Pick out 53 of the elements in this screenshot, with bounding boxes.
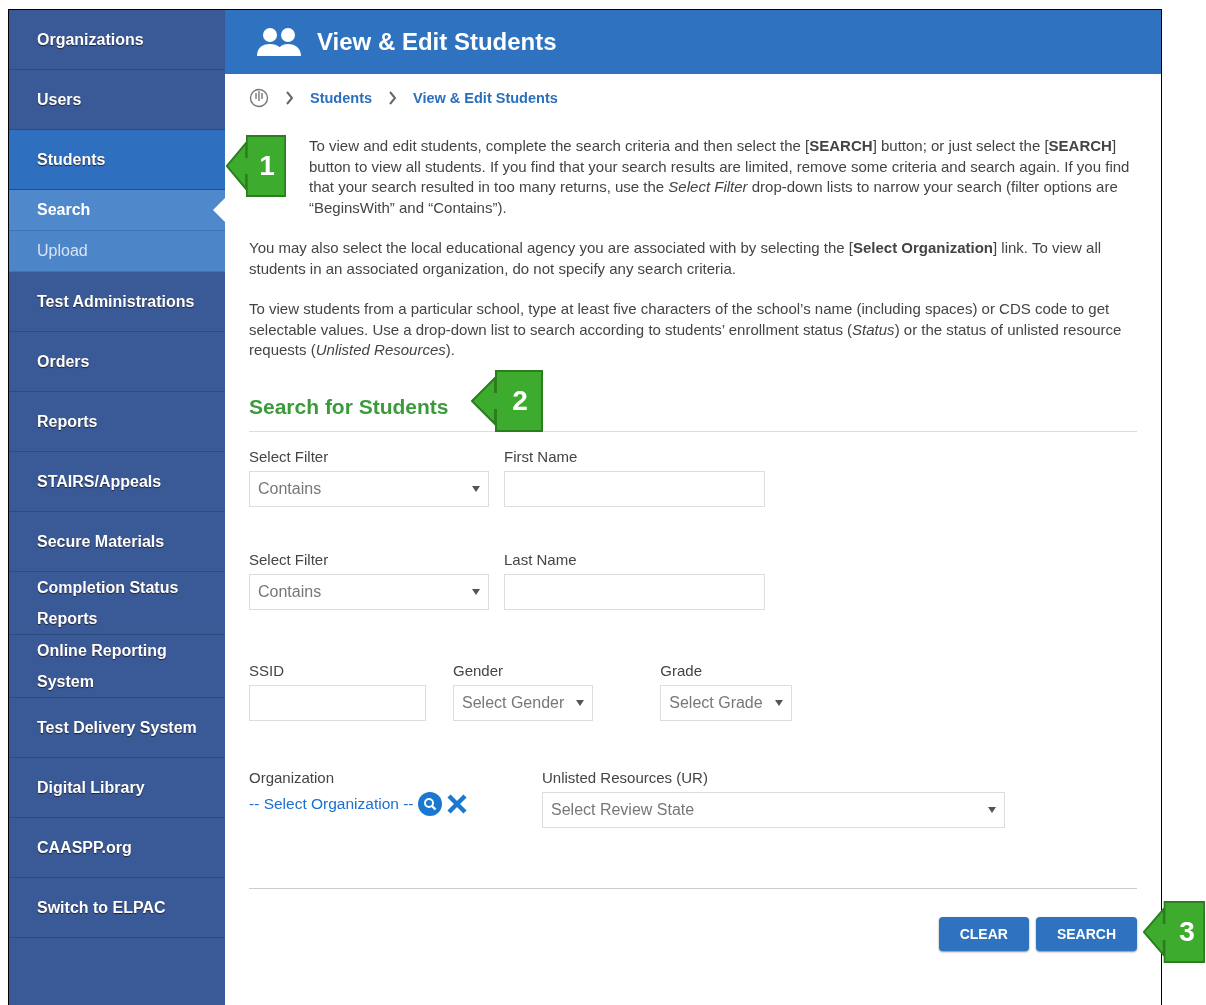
page-title: View & Edit Students [317,28,557,56]
field-label: SSID [249,661,285,679]
ssid-input-field[interactable] [249,684,426,721]
sidebar-item[interactable]: Completion Status Reports [9,572,225,635]
dial-icon[interactable] [249,88,269,108]
caret-icon [576,699,585,706]
gender-dropdown[interactable]: Select Gender [453,684,594,721]
field-label: Organization [249,768,336,786]
action-button[interactable]: SEARCH [1035,916,1137,951]
close-icon[interactable] [445,792,468,815]
instruction-text: You may also select the local educational agency you are associated with by selecting the [Select Organization] link. To view all students in an associated organization, do not specify any search criteria. [249,238,1103,279]
sidebar-item[interactable]: STAIRS/Appeals [9,452,225,512]
field-label: Unlisted Resources (UR) [542,768,709,786]
instruction-text: To view students from a particular school, type at least five characters of the school’s name (including spaces) or CDS code to get selectable values. Use a drop-down list to search according to students’ enrollment status (Status) or the status of unlisted resource requests (Unlisted Resources). [249,299,1123,360]
filter-dropdown[interactable]: Contains [249,470,489,507]
sidebar-item[interactable]: Digital Library [9,758,225,818]
sidebar-subitem[interactable]: Search [9,190,225,231]
breadcrumb-link[interactable]: View & Edit Students [413,90,558,106]
sidebar-item[interactable]: Test Administrations [9,272,225,332]
chevron-right-icon [285,91,294,105]
select-organization-link[interactable]: -- Select Organization -- [249,794,414,813]
users-icon [255,26,303,58]
sidebar-item[interactable]: Orders [9,332,225,392]
step-callout: 1 [226,135,286,197]
field-label: Last Name [504,550,578,568]
sidebar-item[interactable]: Students [9,130,225,190]
breadcrumb-link[interactable]: Students [310,90,373,106]
action-button[interactable]: CLEAR [938,916,1029,951]
chevron-right-icon [388,91,398,105]
field-label: Select Filter [249,550,330,568]
sidebar-item[interactable]: CAASPP.org [9,818,225,878]
caret-icon [472,485,480,492]
step-callout: 2 [471,370,543,432]
name-input-field[interactable] [504,470,765,507]
sidebar-item[interactable]: Reports [9,392,225,452]
step-callout: 3 [1143,901,1205,963]
caret-icon [988,806,996,813]
grade-dropdown[interactable]: Select Grade [660,684,792,721]
sidebar-item[interactable]: Online Reporting System [9,635,225,698]
filter-dropdown[interactable]: Contains [249,573,489,610]
instruction-text: To view and edit students, complete the search criteria and then select the [SEARCH] button; or just select the [SEARCH] button to view all students. If you find that your search results are limited, remove some criteria and search again. If you find that your search resulted in too many returns, use the Select Filter drop-down lists to narrow your search (filter options are “BeginsWith” and “Contains”). [309,136,1131,218]
name-input-field[interactable] [504,573,765,610]
sidebar-item[interactable]: Test Delivery System [9,698,225,758]
field-label: Gender [453,661,505,679]
field-label: First Name [504,447,579,465]
caret-icon [472,588,480,595]
sidebar-item[interactable]: Secure Materials [9,512,225,572]
review-state-dropdown[interactable]: Select Review State [542,791,1005,828]
sidebar-item[interactable]: Switch to ELPAC [9,878,225,938]
search-icon[interactable] [417,791,442,816]
field-label: Grade [660,661,703,679]
field-label: Select Filter [249,447,330,465]
caret-icon [774,699,783,706]
